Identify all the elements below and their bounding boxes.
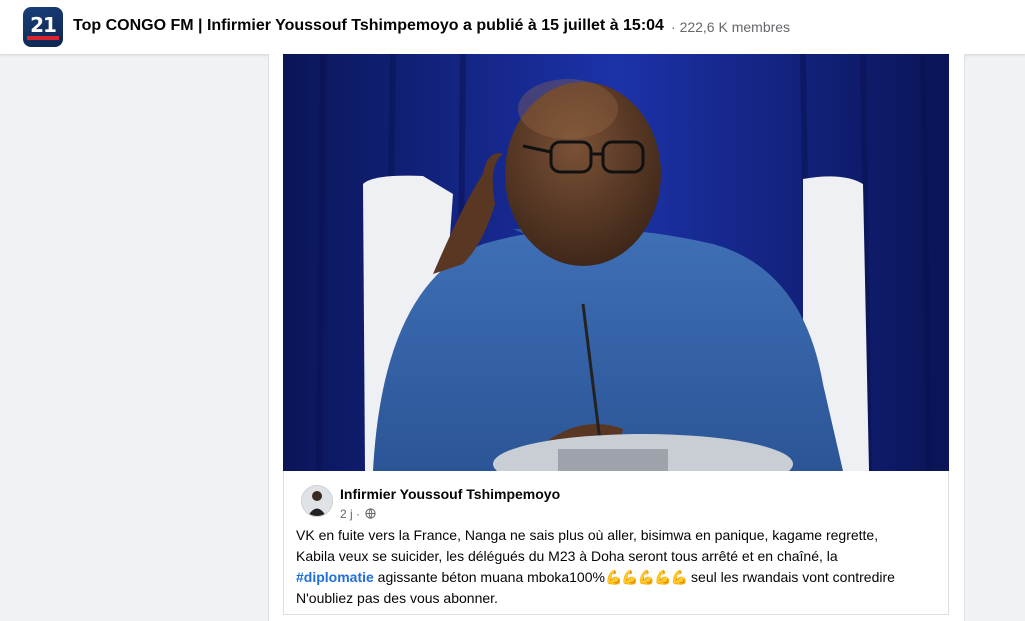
group-header-bar: 21 Top CONGO FM | Infirmier Youssouf Tsh… [0,0,1025,55]
meta-separator: · [356,506,361,521]
post-meta: 2 j · [340,506,377,521]
group-logo-stripe [27,36,59,40]
group-logo-text: 21 [30,13,57,37]
avatar-icon [302,486,332,516]
post-time[interactable]: 2 j [340,507,353,521]
group-logo[interactable]: 21 [23,7,63,47]
author-avatar[interactable] [301,485,333,517]
author-name[interactable]: Infirmier Youssouf Tshimpemoyo [340,486,560,502]
hashtag-link[interactable]: #diplomatie [296,569,374,585]
post-text-line: #diplomatie agissante béton muana mboka1… [296,567,941,588]
photo-illustration [283,54,949,471]
page-title[interactable]: Top CONGO FM | Infirmier Youssouf Tshimp… [73,17,664,35]
post-text-segment: seul les rwandais vont contredire [687,569,895,585]
post-photo[interactable] [283,54,949,471]
post-text-line: Kabila veux se suicider, les délégués du… [296,548,838,564]
post-text-line: VK en fuite vers la France, Nanga ne sai… [296,527,879,543]
member-count-text: 222,6 K membres [679,19,791,35]
member-count: · 222,6 K membres [671,19,790,35]
post-text: VK en fuite vers la France, Nanga ne sai… [296,525,941,609]
post-text-line: N'oubliez pas des vous abonner. [296,590,498,606]
separator-dot: · [671,19,676,35]
post-text-segment: agissante béton muana mboka100% [373,569,605,585]
flexed-biceps-emojis: 💪💪💪💪💪 [604,569,688,585]
globe-icon [365,508,377,519]
post-body: Infirmier Youssouf Tshimpemoyo 2 j · VK … [283,471,949,615]
